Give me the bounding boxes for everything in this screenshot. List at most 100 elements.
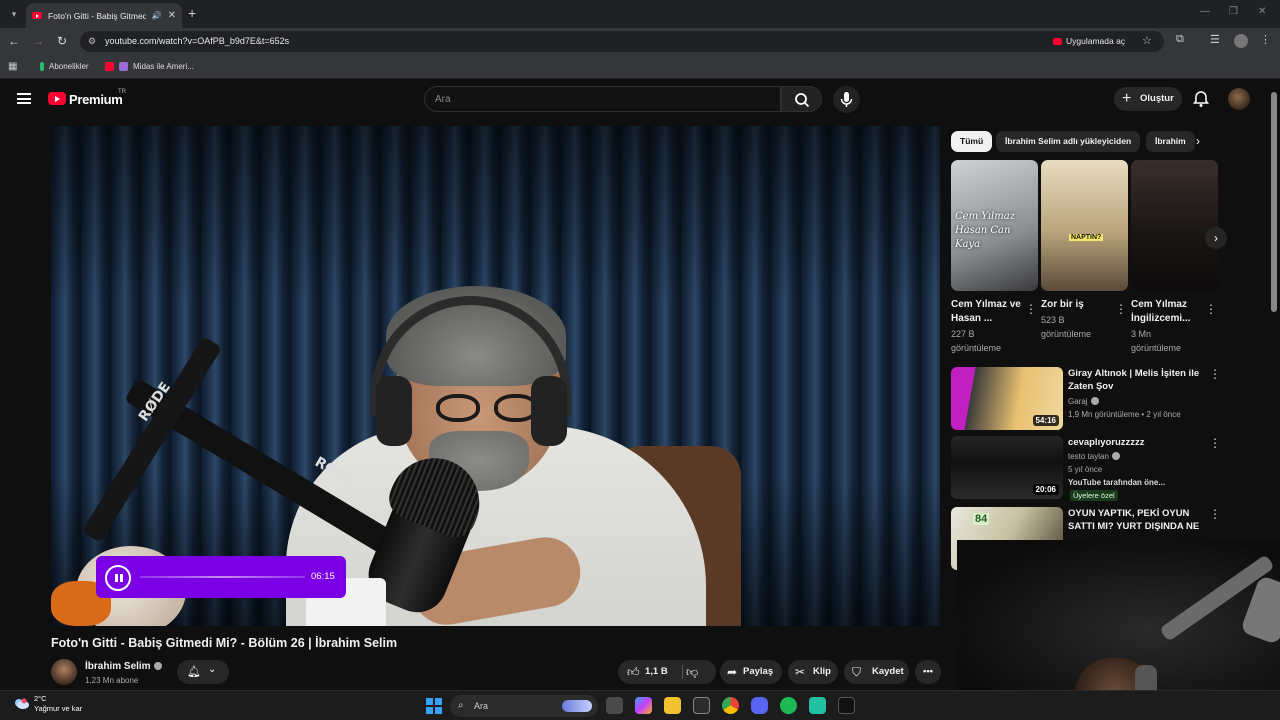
video-duration: 54:16 [1032,415,1059,426]
recommendation-featured: YouTube tarafından öne... [1068,478,1166,487]
like-divider [682,665,683,679]
reading-list-icon[interactable]: ☰ [1210,33,1220,46]
subscription-bell-button[interactable]: 🔔︎ ⌄ [177,660,229,684]
bookmark-favicon-icon [40,62,44,71]
address-bar[interactable]: ⚙ youtube.com/watch?v=OAfPB_b9d7E&t=652s… [80,31,1164,52]
apps-grid-icon[interactable]: ▦ [8,61,17,72]
chrome-icon[interactable] [722,697,739,714]
recommendation-item[interactable]: 54:16 Giray Altınok | Melis İşiten ile Z… [951,367,1221,431]
chip-from-uploader[interactable]: İbrahim Selim adlı yükleyiciden [996,131,1141,152]
site-info-icon[interactable]: ⚙ [88,36,99,47]
recommendation-more-icon[interactable]: ⋮ [1209,436,1221,450]
short-thumbnail[interactable]: NAPTIN? [1041,160,1128,291]
recommendation-title[interactable]: cevaplıyoruzzzzz [1068,436,1206,449]
short-item[interactable]: Cem Yılmaz İngilizcemi... 3 Mn görüntüle… [1131,160,1218,355]
short-title[interactable]: Zor bir iş [1041,298,1113,312]
save-label: Kaydet [872,666,904,677]
audio-waveform [140,576,305,578]
members-only-badge: Üyelere özel [1070,490,1118,501]
new-tab-plus-icon[interactable]: + [188,5,196,21]
channel-text: testo taylan [1068,452,1109,461]
short-more-icon[interactable]: ⋮ [1115,302,1127,316]
bookmark-abonelikler[interactable]: Abonelikler [40,62,89,71]
forward-arrow-icon[interactable]: → [30,33,46,49]
reload-icon[interactable]: ↻ [54,33,70,49]
window-restore-icon[interactable]: ❐ [1229,6,1238,17]
app-icon-dark[interactable] [838,697,855,714]
discord-icon[interactable] [751,697,768,714]
bookmark-midas[interactable]: Midas ile Ameri... [105,62,194,71]
like-count[interactable]: 1,1 B [645,660,668,684]
file-explorer-icon[interactable] [664,697,681,714]
share-button[interactable]: ➦ Paylaş [720,660,782,684]
guide-menu-icon[interactable] [17,93,31,104]
copilot-icon[interactable] [635,697,652,714]
short-views: 523 B görüntüleme [1041,315,1092,339]
youtube-favicon-icon [32,12,42,19]
voice-search-button[interactable] [833,86,860,113]
microphone-icon [840,92,853,107]
youtube-premium-wordmark[interactable]: Premium [69,92,123,107]
video-headphone-cup-left [376,376,412,446]
url-text[interactable]: youtube.com/watch?v=OAfPB_b9d7E&t=652s [105,36,289,46]
short-title[interactable]: Cem Yılmaz ve Hasan ... [951,298,1023,326]
windows-start-icon[interactable] [426,698,442,714]
channel-name-text[interactable]: İbrahim Selim [85,661,151,672]
clip-button[interactable]: ✂ Klip [788,660,838,684]
save-button[interactable]: ⛉ Kaydet [844,660,909,684]
window-minimize-icon[interactable]: — [1200,6,1210,17]
tab-search-dropdown-icon[interactable]: ▾ [6,6,22,22]
video-player[interactable]: RØDE RØDE 06:15 [51,126,940,626]
chips-next-arrow-icon[interactable]: › [1196,134,1200,148]
bookmark-save-icon: ⛉ [852,665,862,679]
profile-avatar[interactable] [1234,34,1248,48]
short-thumbnail[interactable] [1131,160,1218,291]
open-in-app-button[interactable]: Uygulamada aç [1048,34,1131,49]
search-input[interactable] [435,91,765,107]
channel-name[interactable]: İbrahim Selim [85,661,162,672]
short-item[interactable]: Cem Yılmaz Hasan Can Kaya Cem Yılmaz ve … [951,160,1038,355]
browser-menu-icon[interactable]: ⋮ [1260,33,1271,46]
short-title[interactable]: Cem Yılmaz İngilizcemi... [1131,298,1203,326]
recommendation-more-icon[interactable]: ⋮ [1209,367,1221,381]
bookmark-star-icon[interactable]: ☆ [1142,34,1152,47]
search-button[interactable] [781,86,822,112]
recommendation-more-icon[interactable]: ⋮ [1209,507,1221,521]
more-actions-button[interactable]: ••• [915,660,941,684]
recommendation-thumbnail[interactable]: 54:16 [951,367,1063,430]
chip-all[interactable]: Tümü [951,131,993,152]
like-thumb-up-icon[interactable]: 👍︎ [627,660,640,684]
short-item[interactable]: NAPTIN? Zor bir iş 523 B görüntüleme ⋮ [1041,160,1128,341]
dislike-thumb-down-icon[interactable]: 👎︎ [686,660,698,684]
short-thumbnail[interactable]: Cem Yılmaz Hasan Can Kaya [951,160,1038,291]
weather-rain-snow-icon[interactable] [12,697,30,713]
tab-close-icon[interactable]: ✕ [168,10,176,21]
channel-avatar[interactable] [51,659,77,685]
weather-widget[interactable]: 2°C Yağmur ve kar [34,694,82,714]
youtube-logo-icon[interactable] [48,92,66,105]
pause-icon[interactable] [105,565,131,591]
microsoft-store-icon[interactable] [693,697,710,714]
browser-tab-active[interactable]: Foto'n Gitti - Babiş Gitmedi 🔊 ✕ [26,3,182,28]
short-more-icon[interactable]: ⋮ [1025,302,1037,316]
recommendation-title[interactable]: Giray Altınok | Melis İşiten ile Zaten Ş… [1068,367,1206,393]
recommendation-item[interactable]: 20:06 cevaplıyoruzzzzz testo taylan 5 yı… [951,436,1221,501]
task-view-icon[interactable] [606,697,623,714]
taskbar-search[interactable]: ⌕ Ara [450,695,598,717]
scrollbar-thumb[interactable] [1271,92,1277,312]
recommendation-thumbnail[interactable]: 20:06 [951,436,1063,499]
audio-overlay-widget[interactable]: 06:15 [96,556,346,598]
notifications-bell-icon[interactable] [1192,90,1210,108]
back-arrow-icon[interactable]: ← [6,33,22,49]
window-close-icon[interactable]: ✕ [1258,6,1266,17]
extensions-puzzle-icon[interactable]: ⧉ [1176,33,1184,46]
spotify-icon[interactable] [780,697,797,714]
tab-audio-icon[interactable]: 🔊 [152,11,162,20]
app-icon[interactable] [809,697,826,714]
account-avatar[interactable] [1228,88,1250,110]
shorts-next-arrow-icon[interactable]: › [1205,227,1227,249]
search-box[interactable] [424,86,781,112]
short-more-icon[interactable]: ⋮ [1205,302,1217,316]
create-button[interactable]: + Oluştur [1114,87,1182,111]
chip-related[interactable]: İbrahim [1146,131,1195,152]
